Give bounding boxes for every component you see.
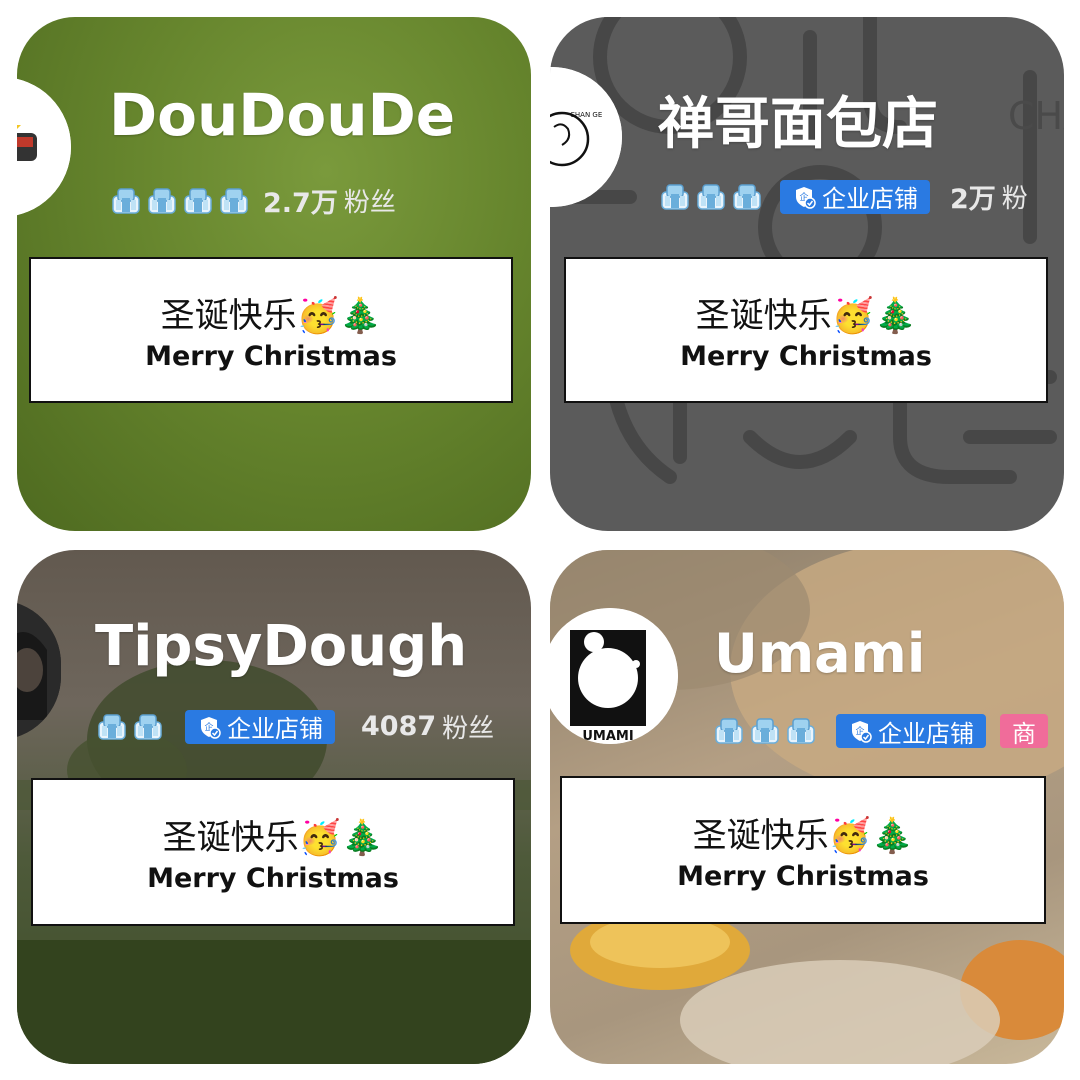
greeting-box: 圣诞快乐🥳🎄 Merry Christmas bbox=[564, 257, 1048, 403]
fans-label: 粉 bbox=[1001, 184, 1028, 214]
crown-level-icon bbox=[97, 712, 127, 742]
enterprise-shop-badge: 企业店铺 bbox=[780, 179, 930, 214]
greeting-chinese: 圣诞快乐🥳🎄 bbox=[695, 296, 917, 336]
enterprise-verified-icon bbox=[848, 719, 872, 743]
fans-label: 粉丝 bbox=[442, 714, 495, 744]
enterprise-verified-icon bbox=[197, 715, 221, 739]
greeting-box: 圣诞快乐🥳🎄 Merry Christmas bbox=[560, 776, 1046, 924]
greeting-chinese: 圣诞快乐🥳🎄 bbox=[162, 818, 384, 858]
shop-card-tipsydough[interactable]: TipsyDough 企业店铺 4087 粉丝 圣诞快乐🥳🎄 Merry Chr… bbox=[17, 550, 531, 1064]
shop-stats-row: 企业店铺 商 bbox=[714, 714, 1048, 748]
enterprise-shop-badge: 企业店铺 bbox=[836, 714, 986, 748]
greeting-box: 圣诞快乐🥳🎄 Merry Christmas bbox=[29, 257, 513, 403]
shop-stats-row: 2.7万 粉丝 bbox=[111, 181, 396, 220]
fans-count: 2万 bbox=[950, 184, 996, 215]
shop-name: 禅哥面包店 bbox=[658, 92, 938, 157]
crown-level-icon bbox=[660, 182, 690, 212]
crown-level-icon bbox=[786, 716, 816, 746]
crown-level-icon bbox=[732, 182, 762, 212]
greeting-chinese: 圣诞快乐🥳🎄 bbox=[160, 296, 382, 336]
mall-badge: 商 bbox=[1000, 714, 1048, 748]
greeting-english: Merry Christmas bbox=[677, 861, 929, 892]
crown-level-icon bbox=[750, 716, 780, 746]
badge-label: 企业店铺 bbox=[227, 715, 323, 743]
greeting-chinese: 圣诞快乐🥳🎄 bbox=[692, 816, 914, 856]
shop-stats-row: 企业店铺 2万 粉 bbox=[660, 177, 1028, 216]
logo-text: CHAN GE bbox=[570, 111, 602, 119]
crown-level-icon bbox=[183, 186, 213, 216]
shop-name: DouDouDe bbox=[109, 81, 456, 149]
crown-level-icon bbox=[714, 716, 744, 746]
shop-card-chan-ge-bakery[interactable]: CHAN GE CHAN GE 禅哥面包店 企业店铺 2万 粉 圣诞快乐🥳🎄 M… bbox=[550, 17, 1064, 531]
fans-count: 2.7万 bbox=[263, 188, 338, 219]
shop-card-umami[interactable]: UMAMI Umami 企业店铺 商 圣诞快乐🥳🎄 Merry Christma… bbox=[550, 550, 1064, 1064]
cake-icon bbox=[17, 77, 71, 217]
greeting-english: Merry Christmas bbox=[680, 341, 932, 372]
greeting-box: 圣诞快乐🥳🎄 Merry Christmas bbox=[31, 778, 515, 926]
shop-avatar[interactable] bbox=[17, 77, 71, 217]
greeting-english: Merry Christmas bbox=[145, 341, 397, 372]
shop-card-doudoude[interactable]: DouDouDe 2.7万 粉丝 圣诞快乐🥳🎄 Merry Christmas bbox=[17, 17, 531, 531]
shop-name: Umami bbox=[714, 622, 926, 685]
fans-label: 粉丝 bbox=[343, 188, 396, 218]
crown-level-icon bbox=[147, 186, 177, 216]
badge-label: 企业店铺 bbox=[878, 719, 974, 748]
crown-level-icon bbox=[133, 712, 163, 742]
badge-label: 企业店铺 bbox=[822, 185, 918, 213]
badge-label: 商 bbox=[1012, 719, 1036, 748]
crown-level-icon bbox=[219, 186, 249, 216]
background-watermark-text: CHAN GE bbox=[1008, 94, 1064, 138]
crown-level-icon bbox=[111, 186, 141, 216]
shop-name: TipsyDough bbox=[95, 614, 468, 679]
greeting-english: Merry Christmas bbox=[147, 863, 399, 894]
enterprise-shop-badge: 企业店铺 bbox=[185, 709, 335, 744]
fans-count: 4087 bbox=[361, 711, 437, 742]
crown-level-icon bbox=[696, 182, 726, 212]
enterprise-verified-icon bbox=[792, 185, 816, 209]
shop-stats-row: 企业店铺 4087 粉丝 bbox=[97, 708, 494, 745]
